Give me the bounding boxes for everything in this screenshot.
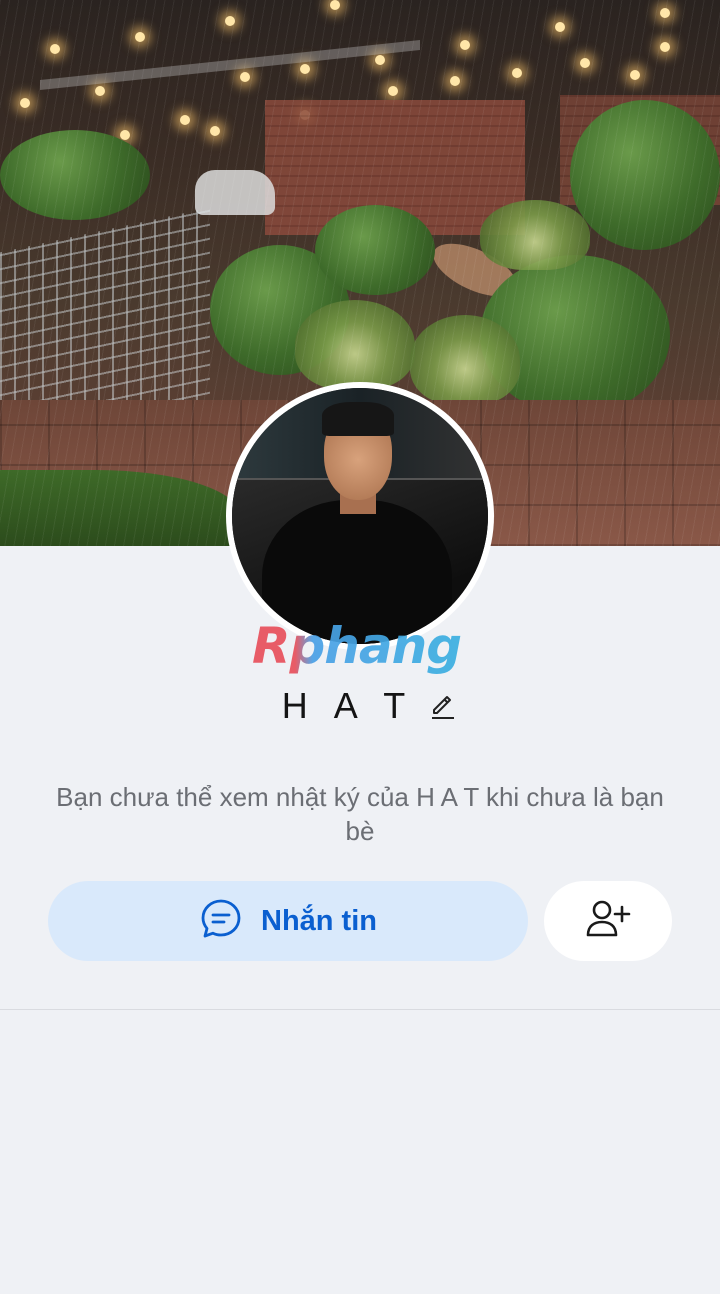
avatar-photo [232, 388, 488, 644]
send-message-label: Nhắn tin [261, 904, 377, 937]
chat-bubble-icon [199, 897, 243, 946]
add-friend-button[interactable] [544, 881, 672, 961]
profile-name: H A T [281, 685, 415, 726]
section-divider [0, 1009, 720, 1010]
add-friend-icon [584, 897, 632, 946]
profile-name-row: H A T [0, 683, 720, 729]
send-message-button[interactable]: Nhắn tin [48, 881, 528, 961]
pencil-icon[interactable] [428, 691, 458, 721]
privacy-notice: Bạn chưa thể xem nhật ký của H A T khi c… [56, 782, 664, 846]
profile-avatar[interactable] [226, 382, 494, 650]
watermark-logo: Rphang [252, 614, 468, 678]
